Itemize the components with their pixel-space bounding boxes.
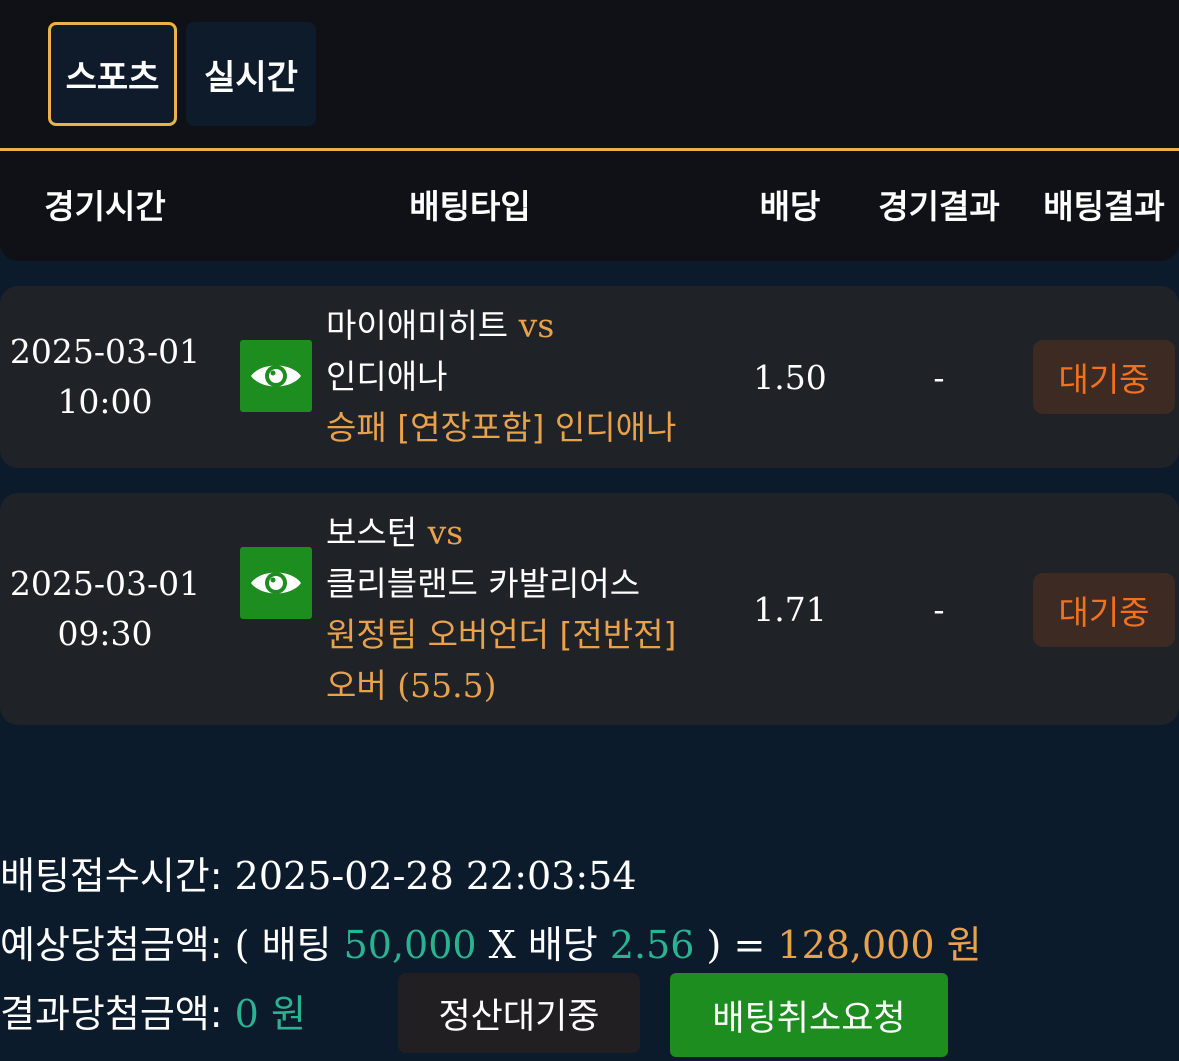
view-button[interactable] [240, 547, 312, 619]
bet-word: 배팅 [261, 923, 332, 967]
eye-icon [251, 572, 301, 594]
odds-value: 1.71 [753, 589, 827, 629]
bet-pick-option: 오버 [326, 666, 387, 705]
times-sign: X [488, 923, 516, 967]
received-label: 배팅접수시간: [0, 854, 223, 898]
expected-winnings: 예상당첨금액: ( 배팅 50,000 X 배당 2.56 ) = 128,00… [0, 914, 982, 969]
column-header-bet-type: 배팅타입 [409, 187, 531, 226]
eye-icon [251, 365, 301, 387]
expected-label: 예상당첨금액: [0, 923, 223, 967]
home-team: 마이애미히트 [326, 306, 509, 345]
bet-received-time: 배팅접수시간: 2025-02-28 22:03:54 [0, 845, 637, 900]
away-team: 클리블랜드 카발리어스 [326, 564, 641, 603]
table-row: 2025-03-01 10:00 마이애미히트 vs 인디애나 승패 [연장포함… [0, 286, 1179, 468]
bet-pick: 승패 [연장포함] 인디애나 [326, 408, 677, 447]
away-team: 인디애나 [326, 357, 448, 396]
cancel-bet-request-button[interactable]: 배팅취소요청 [670, 973, 948, 1057]
bet-info: 보스턴 vs 클리블랜드 카발리어스 원정팀 오버언더 [전반전] 오버 (55… [326, 507, 706, 711]
game-time-cell: 2025-03-01 10:00 [0, 286, 210, 468]
view-button[interactable] [240, 340, 312, 412]
bet-amount: 50,000 [343, 923, 477, 967]
won-unit: 원 [946, 923, 982, 967]
home-team: 보스턴 [326, 513, 418, 552]
top-bar: 스포츠 실시간 [0, 0, 1179, 151]
bet-info: 마이애미히트 vs 인디애나 승패 [연장포함] 인디애나 [326, 300, 706, 453]
open-paren: ( [234, 923, 250, 967]
game-date: 2025-03-01 [9, 332, 201, 371]
total-odds: 2.56 [609, 923, 695, 967]
tab-sports[interactable]: 스포츠 [48, 22, 177, 126]
settle-pending-button[interactable]: 정산대기중 [398, 973, 640, 1053]
status-badge: 대기중 [1033, 573, 1175, 647]
game-date: 2025-03-01 [9, 564, 201, 603]
table-row: 2025-03-01 09:30 보스턴 vs 클리블랜드 카발리어스 원정팀 … [0, 493, 1179, 725]
bet-pick: 원정팀 오버언더 [전반전] [326, 615, 677, 654]
status-badge: 대기중 [1033, 340, 1175, 414]
odds-value: 1.50 [753, 357, 827, 397]
table-header: 경기시간 배팅타입 배당 경기결과 배팅결과 [0, 151, 1179, 261]
game-time: 09:30 [57, 614, 153, 653]
received-value: 2025-02-28 22:03:54 [234, 854, 637, 898]
game-time: 10:00 [57, 382, 153, 421]
column-header-odds: 배당 [759, 187, 821, 226]
odds-word: 배당 [527, 923, 598, 967]
column-header-time: 경기시간 [44, 187, 166, 226]
column-header-game-result: 경기결과 [878, 187, 1000, 226]
close-equals: ) = [706, 923, 766, 967]
game-time-cell: 2025-03-01 09:30 [0, 493, 210, 725]
result-winnings: 결과당첨금액: 0 원 [0, 983, 306, 1038]
result-label: 결과당첨금액: [0, 992, 223, 1036]
column-header-bet-result: 배팅결과 [1043, 187, 1165, 226]
result-won-unit: 원 [270, 992, 306, 1036]
game-result: - [933, 589, 945, 629]
game-result: - [933, 357, 945, 397]
tab-live[interactable]: 실시간 [186, 22, 316, 126]
expected-amount: 128,000 [777, 923, 935, 967]
bet-pick-line: (55.5) [397, 666, 497, 705]
vs-label: vs [518, 306, 555, 345]
result-amount: 0 [234, 992, 259, 1036]
vs-label: vs [427, 513, 464, 552]
